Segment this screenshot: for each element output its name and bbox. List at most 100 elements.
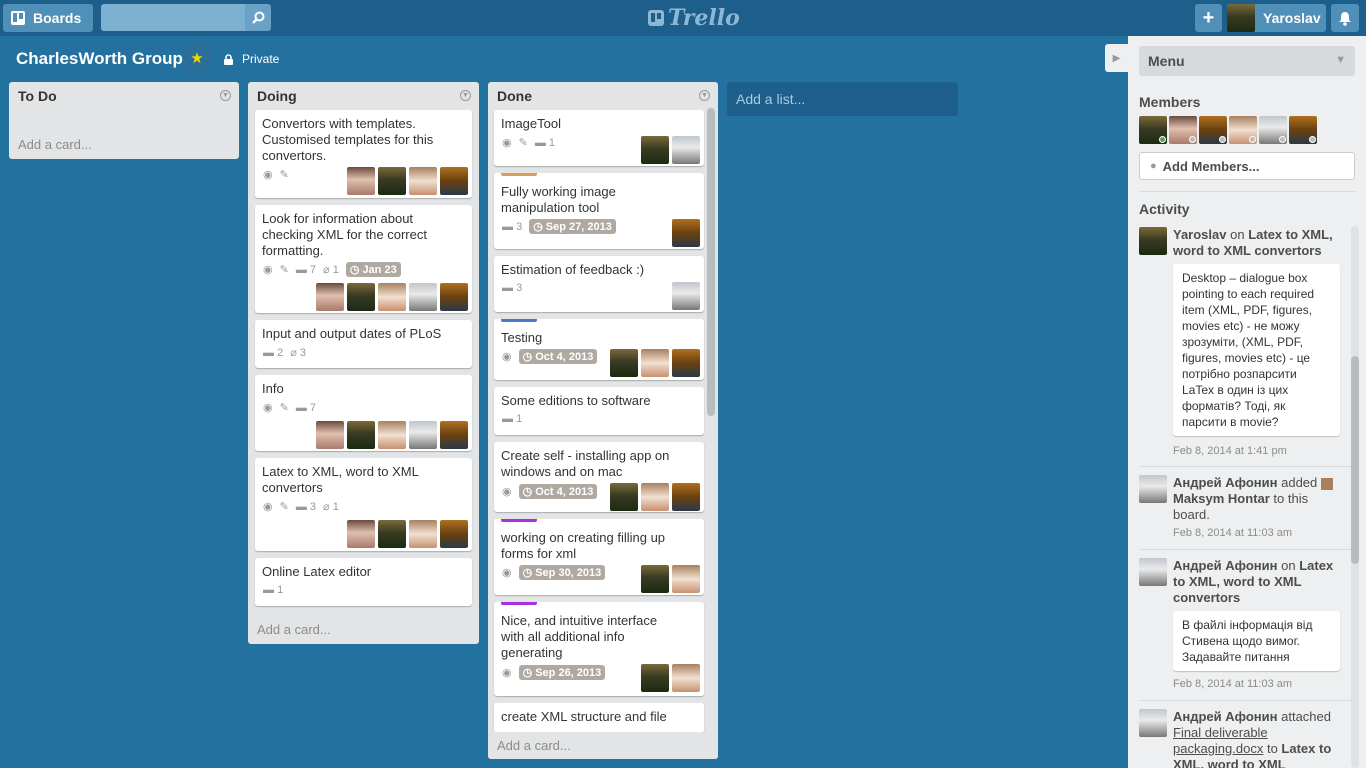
member-avatar[interactable] <box>672 136 700 164</box>
scrollbar-thumb[interactable] <box>1351 356 1359 564</box>
card[interactable]: ImageTool ◉ ✎ ▬ 1 <box>494 110 704 166</box>
member-avatar[interactable] <box>672 219 700 247</box>
add-card-link[interactable]: Add a card... <box>18 137 92 152</box>
board-title[interactable]: CharlesWorth Group <box>16 49 183 69</box>
list-menu-icon[interactable]: ▼ <box>699 90 710 101</box>
attachment-link[interactable]: Final deliverable packaging.docx <box>1173 725 1268 756</box>
boards-button[interactable]: Boards <box>3 4 93 32</box>
member-avatar[interactable] <box>610 483 638 511</box>
member-avatar[interactable] <box>672 565 700 593</box>
menu-header[interactable]: Menu ▼ <box>1139 46 1355 76</box>
card[interactable]: Convertors with templates. Customised te… <box>255 110 472 198</box>
member-avatar[interactable] <box>409 167 437 195</box>
member-avatar[interactable] <box>641 136 669 164</box>
member-avatar[interactable] <box>641 565 669 593</box>
list-title[interactable]: Doing <box>257 88 297 104</box>
member-avatar[interactable] <box>610 349 638 377</box>
user-menu-button[interactable]: Yaroslav <box>1227 4 1326 32</box>
search-button[interactable] <box>245 4 271 31</box>
activity-verb: added <box>1277 475 1321 490</box>
notifications-button[interactable] <box>1331 4 1359 32</box>
activity-time[interactable]: Feb 8, 2014 at 1:41 pm <box>1173 445 1287 457</box>
trello-logo[interactable]: Trello <box>648 4 740 32</box>
member-avatar[interactable] <box>641 349 669 377</box>
eye-icon: ◉ <box>502 667 512 679</box>
activity-item: Андрей Афонин attached Final deliverable… <box>1139 709 1344 768</box>
card[interactable]: Latex to XML, word to XML convertors ◉ ✎… <box>255 458 472 551</box>
card[interactable]: Estimation of feedback :) ▬ 3 <box>494 256 704 312</box>
member-avatar[interactable] <box>316 283 344 311</box>
sidebar-toggle-button[interactable]: ▶ <box>1105 44 1128 72</box>
member-avatar[interactable] <box>347 520 375 548</box>
add-card-link[interactable]: Add a card... <box>257 622 331 637</box>
member-avatar[interactable] <box>1259 116 1287 144</box>
avatar[interactable] <box>1139 227 1167 255</box>
member-avatar[interactable] <box>440 283 468 311</box>
activity-author[interactable]: Андрей Афонин <box>1173 475 1278 490</box>
list-title[interactable]: Done <box>497 88 532 104</box>
card[interactable]: Nice, and intuitive interface with all a… <box>494 602 704 696</box>
member-avatar[interactable] <box>672 349 700 377</box>
member-avatar[interactable] <box>378 283 406 311</box>
member-avatar[interactable] <box>409 520 437 548</box>
card[interactable]: Input and output dates of PLoS ▬ 2 ⌀ 3 <box>255 320 472 368</box>
list-menu-icon[interactable]: ▼ <box>220 90 231 101</box>
avatar[interactable] <box>1139 709 1167 737</box>
board-privacy[interactable]: Private <box>224 52 279 66</box>
add-list-button[interactable]: Add a list... <box>727 82 958 116</box>
member-avatar[interactable] <box>641 483 669 511</box>
card[interactable]: Info ◉ ✎ ▬ 7 <box>255 375 472 451</box>
member-avatar[interactable] <box>672 664 700 692</box>
activity-target[interactable]: Maksym Hontar <box>1173 491 1270 506</box>
list-scrollbar[interactable] <box>707 108 715 416</box>
member-avatar[interactable] <box>409 421 437 449</box>
activity-author[interactable]: Yaroslav <box>1173 227 1227 242</box>
card[interactable]: Create self - installing app on windows … <box>494 442 704 512</box>
member-avatar[interactable] <box>641 664 669 692</box>
activity-author[interactable]: Андрей Афонин <box>1173 709 1278 724</box>
member-avatar[interactable] <box>440 421 468 449</box>
member-avatar[interactable] <box>378 520 406 548</box>
member-avatar[interactable] <box>672 282 700 310</box>
member-avatar[interactable] <box>440 520 468 548</box>
card[interactable]: Look for information about checking XML … <box>255 205 472 313</box>
list-title[interactable]: To Do <box>18 88 57 104</box>
card[interactable]: Testing ◉ ◷ Oct 4, 2013 <box>494 319 704 380</box>
activity-author[interactable]: Андрей Афонин <box>1173 558 1278 573</box>
member-avatar[interactable] <box>347 167 375 195</box>
member-avatar[interactable] <box>378 167 406 195</box>
eye-icon: ◉ <box>502 567 512 579</box>
member-avatar[interactable] <box>1229 116 1257 144</box>
sidebar-scrollbar[interactable] <box>1351 226 1359 768</box>
member-avatar[interactable] <box>347 421 375 449</box>
member-avatar[interactable] <box>378 421 406 449</box>
member-avatar[interactable] <box>316 421 344 449</box>
search-input[interactable] <box>101 4 245 31</box>
activity-time[interactable]: Feb 8, 2014 at 11:03 am <box>1173 678 1292 690</box>
add-card-link[interactable]: Add a card... <box>497 738 571 753</box>
add-button[interactable]: + <box>1195 4 1222 32</box>
member-avatar[interactable] <box>440 167 468 195</box>
member-avatar[interactable] <box>1169 116 1197 144</box>
add-members-button[interactable]: ● Add Members... <box>1139 152 1355 180</box>
member-avatar[interactable] <box>1289 116 1317 144</box>
card[interactable]: Online Latex editor ▬ 1 <box>255 558 472 606</box>
activity-time[interactable]: Feb 8, 2014 at 11:03 am <box>1173 527 1292 539</box>
card[interactable]: create XML structure and file <box>494 703 704 733</box>
member-avatar[interactable] <box>672 483 700 511</box>
card[interactable]: working on creating filling up forms for… <box>494 519 704 595</box>
card[interactable]: Fully working image manipulation tool ▬ … <box>494 173 704 249</box>
avatar[interactable] <box>1139 475 1167 503</box>
member-avatar[interactable] <box>1139 116 1167 144</box>
star-icon[interactable]: ★ <box>183 44 211 72</box>
avatar[interactable] <box>1139 558 1167 586</box>
card[interactable]: Some editions to software ▬ 1 <box>494 387 704 435</box>
logo-text: Trello <box>668 5 740 31</box>
member-avatar[interactable] <box>409 283 437 311</box>
activity-verb: on <box>1226 227 1249 242</box>
member-avatar[interactable] <box>1199 116 1227 144</box>
activity-text: Андрей Афонин attached Final deliverable… <box>1173 709 1344 768</box>
list-menu-icon[interactable]: ▼ <box>460 90 471 101</box>
member-avatar[interactable] <box>347 283 375 311</box>
card-title: Nice, and intuitive interface with all a… <box>501 613 658 660</box>
